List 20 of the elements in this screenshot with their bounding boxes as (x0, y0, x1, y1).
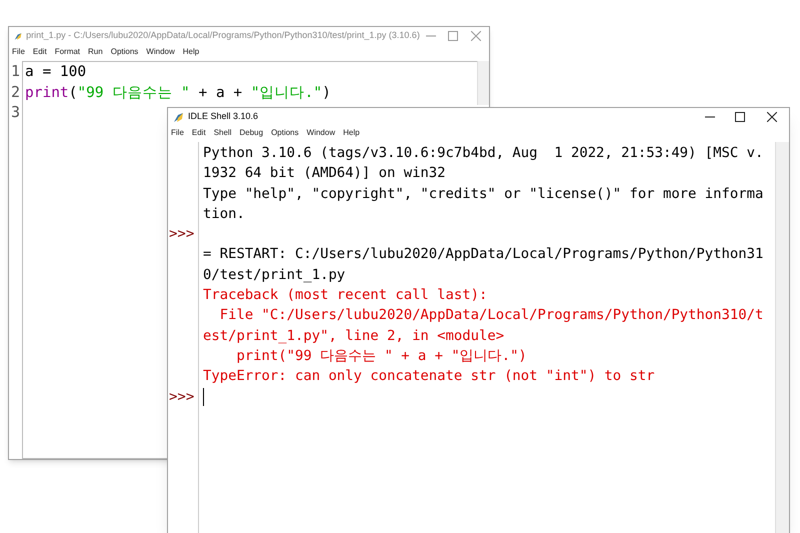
line-number: 2 (11, 82, 22, 102)
output-line: Traceback (most recent call last): (203, 286, 488, 306)
output-line: = RESTART: C:/Users/lubu2020/AppData/Local/Programs/Python/Python31 (203, 245, 764, 264)
output-line: Python 3.10.6 (tags/v3.10.6:9c7b4bd, Aug 1 2022, 21:53:49) [MSC v. (203, 144, 764, 163)
output-line: File "C:/Users/lubu2020/AppData/Local/Programs/Python/Python310/t (218, 306, 764, 326)
output-line: print("99 다음수는 " + a + "입니다.") (235, 346, 527, 366)
code-line: print("99 다음수는 " + a + "입니다.") (25, 84, 332, 102)
output-line: TypeError: can only concatenate str (not "int") to str (203, 367, 655, 386)
line-number: 1 (11, 61, 22, 82)
output-line: 1932 64 bit (AMD64)] on win32 (203, 164, 446, 184)
output-line: est/print_1.py", line 2, in <module> (203, 326, 504, 346)
output-line: tion. (203, 204, 245, 224)
window-title: print_1.py - C:/Users/lubu2020/AppData/Local/Programs/Python/Python310/test/print_1.py (3.10.6) (26, 29, 420, 42)
prompt: >>> (169, 226, 194, 242)
prompt: >>> (169, 388, 194, 405)
code-line: a = 100 (25, 63, 88, 82)
window-title: IDLE Shell 3.10.6 (188, 110, 258, 124)
output-line: 0/test/print_1.py (203, 266, 346, 285)
line-number: 3 (11, 102, 22, 122)
output-line: Type "help", "copyright", "credits" or "license()" for more informa (203, 184, 764, 204)
